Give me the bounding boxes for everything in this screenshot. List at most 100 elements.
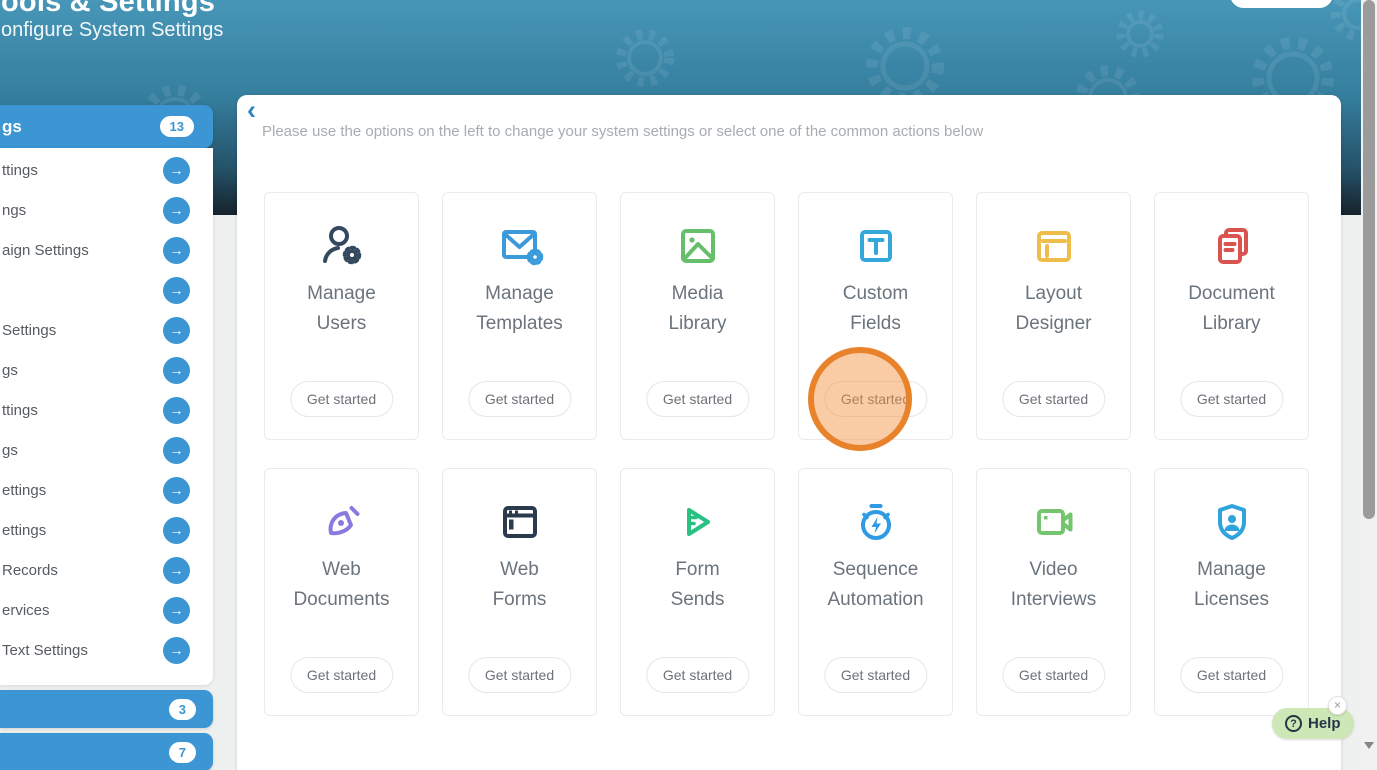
card-title: Video Interviews [1011,555,1097,615]
image-icon [621,220,774,272]
card-title: Web Documents [293,555,389,615]
card-manage-licenses: Manage Licenses Get started [1154,468,1309,716]
arrow-right-icon[interactable]: → [163,237,190,264]
card-video-interviews: Video Interviews Get started [976,468,1131,716]
arrow-right-icon[interactable]: → [163,637,190,664]
card-title: Manage Users [307,279,376,339]
help-button-label: Help [1308,715,1341,732]
get-started-button[interactable]: Get started [824,657,927,693]
card-sequence-automation: Sequence Automation Get started [798,468,953,716]
get-started-button[interactable]: Get started [824,381,927,417]
card-manage-templates: Manage Templates Get started [442,192,597,440]
sidebar-item-9[interactable]: ettings → [0,510,213,550]
main-panel: ‹ Please use the options on the left to … [237,95,1341,770]
help-close-icon[interactable]: × [1328,696,1347,715]
sidebar-section-collapsed-0[interactable]: 3 [0,690,213,728]
sidebar-section-collapsed-1[interactable]: 7 [0,733,213,770]
sidebar-header-badge: 13 [160,116,194,137]
get-started-button[interactable]: Get started [290,381,393,417]
documents-icon [1155,220,1308,272]
scrollbar-track[interactable] [1361,0,1377,770]
arrow-right-icon[interactable]: → [163,357,190,384]
card-title: Form Sends [671,555,725,615]
card-web-forms: Web Forms Get started [442,468,597,716]
get-started-button[interactable]: Get started [468,657,571,693]
arrow-right-icon[interactable]: → [163,397,190,424]
sidebar-item-8[interactable]: ettings → [0,470,213,510]
card-manage-users: Manage Users Get started [264,192,419,440]
card-document-library: Document Library Get started [1154,192,1309,440]
arrow-right-icon[interactable]: → [163,437,190,464]
get-started-button[interactable]: Get started [1002,657,1105,693]
get-started-button[interactable]: Get started [468,381,571,417]
card-web-documents: Web Documents Get started [264,468,419,716]
card-media-library: Media Library Get started [620,192,775,440]
send-icon [621,496,774,548]
sidebar-item-label: gs [2,362,18,379]
sidebar-item-7[interactable]: gs → [0,430,213,470]
sidebar-item-2[interactable]: aign Settings → [0,230,213,270]
get-started-button[interactable]: Get started [646,657,749,693]
scrollbar-thumb[interactable] [1363,0,1375,519]
instruction-message: Please use the options on the left to ch… [262,123,983,140]
sidebar-section-badge: 3 [169,699,196,720]
get-started-button[interactable]: Get started [1002,381,1105,417]
arrow-right-icon[interactable]: → [163,317,190,344]
sidebar-item-label: Settings [2,322,56,339]
arrow-right-icon[interactable]: → [163,477,190,504]
get-started-button[interactable]: Get started [1180,381,1283,417]
video-camera-icon [977,496,1130,548]
get-started-button[interactable]: Get started [646,381,749,417]
card-title: Manage Templates [476,279,563,339]
card-title: Document Library [1188,279,1275,339]
sidebar-item-label: ettings [2,482,46,499]
arrow-right-icon[interactable]: → [163,197,190,224]
get-started-button[interactable]: Get started [1180,657,1283,693]
sidebar-item-0[interactable]: ttings → [0,150,213,190]
arrow-right-icon[interactable]: → [163,557,190,584]
sidebar-item-label: ttings [2,162,38,179]
stopwatch-icon [799,496,952,548]
question-mark-icon: ? [1285,715,1302,732]
page-title: ools & Settings [1,0,215,19]
sidebar-section-badge: 7 [169,742,196,763]
card-title: Web Forms [493,555,547,615]
sidebar-item-6[interactable]: ttings → [0,390,213,430]
arrow-right-icon[interactable]: → [163,277,190,304]
card-title: Sequence Automation [827,555,923,615]
sidebar-item-4[interactable]: Settings → [0,310,213,350]
sidebar-item-label: aign Settings [2,242,89,259]
arrow-right-icon[interactable]: → [163,517,190,544]
sidebar-item-12[interactable]: Text Settings → [0,630,213,670]
card-title: Manage Licenses [1194,555,1269,615]
page: ools & Settings onfigure System Settings… [0,0,1377,770]
mail-gear-icon [443,220,596,272]
sidebar-header-label: gs [2,117,22,137]
sidebar-item-10[interactable]: Records → [0,550,213,590]
sidebar-item-label: Records [2,562,58,579]
sidebar-item-1[interactable]: ngs → [0,190,213,230]
scrollbar-down-arrow-icon[interactable] [1364,742,1374,749]
card-title: Custom Fields [843,279,908,339]
sidebar-item-3[interactable]: → [0,270,213,310]
arrow-right-icon[interactable]: → [163,157,190,184]
sidebar-header[interactable]: gs 13 [0,105,213,148]
layout-icon [977,220,1130,272]
arrow-right-icon[interactable]: → [163,597,190,624]
back-chevron-icon[interactable]: ‹ [247,97,256,124]
actions-grid: Manage Users Get started Manage Template… [264,192,1309,716]
browser-icon [443,496,596,548]
sidebar-item-label: ervices [2,602,50,619]
text-box-icon [799,220,952,272]
sidebar-item-11[interactable]: ervices → [0,590,213,630]
card-layout-designer: Layout Designer Get started [976,192,1131,440]
get-started-button[interactable]: Get started [290,657,393,693]
card-custom-fields: Custom Fields Get started [798,192,953,440]
pen-nib-icon [265,496,418,548]
sidebar-item-label: gs [2,442,18,459]
sidebar-item-label: ettings [2,522,46,539]
sidebar-item-label: ngs [2,202,26,219]
sidebar-item-5[interactable]: gs → [0,350,213,390]
manage-users-icon [265,220,418,272]
header-button[interactable] [1230,0,1333,8]
